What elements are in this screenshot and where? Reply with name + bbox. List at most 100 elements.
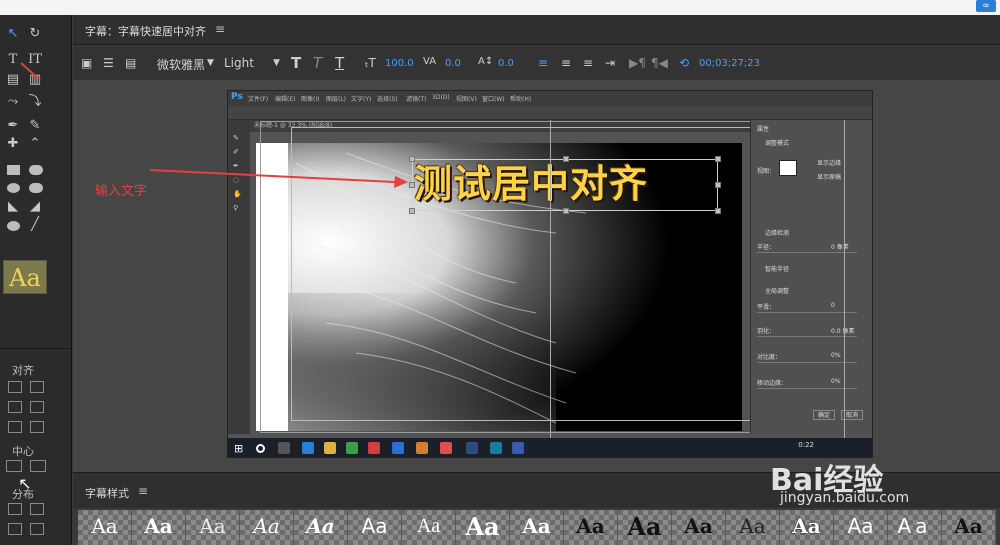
pen-tool-icon[interactable]: ✒ [4, 117, 22, 135]
center-horizontal-button[interactable] [6, 460, 22, 472]
shift-edge-label: 移动边缘： [757, 380, 788, 387]
style-swatch: Aa [3, 260, 47, 294]
cortana-icon [256, 444, 265, 453]
vertical-text-icon[interactable]: ▶¶ [629, 56, 646, 70]
props-title: 属性 [757, 126, 770, 133]
add-anchor-tool-icon[interactable]: ✚ [4, 135, 22, 153]
edge-icon [302, 442, 314, 454]
watermark-url: jingyan.baidu.com [780, 490, 910, 506]
align-center-text-icon[interactable]: ≡ [561, 56, 571, 70]
style-sample[interactable]: Aa [564, 510, 618, 545]
align-left-button[interactable] [8, 381, 22, 393]
style-sample[interactable]: Aa [618, 510, 672, 545]
bold-icon[interactable]: T [291, 54, 301, 72]
new-title-icon[interactable]: ▣ [81, 56, 92, 70]
wedge-tool-icon[interactable]: ◣ [4, 198, 22, 216]
center-vertical-button[interactable] [30, 460, 46, 472]
smooth-value[interactable]: 0 [831, 302, 835, 309]
style-sample[interactable]: Aa [402, 510, 456, 545]
distribute-top-button[interactable] [8, 523, 22, 535]
underline-icon[interactable]: T [335, 54, 344, 72]
ps-menu-type: 文字(Y) [351, 96, 372, 103]
style-sample[interactable]: Aa [780, 510, 834, 545]
timecode[interactable]: 00;03;27;23 [699, 58, 760, 69]
paragraph-icon[interactable]: ¶◀ [651, 56, 668, 70]
rounded-rectangle-tool-icon[interactable] [29, 165, 43, 175]
roll-crawl-icon[interactable]: ☰ [103, 56, 114, 70]
style-sample[interactable]: Aa [672, 510, 726, 545]
chrome-icon [346, 442, 358, 454]
baseline-value[interactable]: 0.0 [498, 58, 514, 69]
style-sample[interactable]: Aa [348, 510, 402, 545]
style-sample[interactable]: Aa [294, 510, 348, 545]
radius-value[interactable]: 0 像素 [831, 242, 849, 251]
distribute-right-button[interactable] [30, 503, 44, 515]
kerning-value[interactable]: 0.0 [445, 58, 461, 69]
taskbar-time: 0:22 [798, 441, 814, 449]
global-adjust-label: 全局调整 [765, 288, 790, 295]
style-sample[interactable]: Aa [456, 510, 510, 545]
style-sample[interactable]: Aa [186, 510, 240, 545]
panel-menu-icon[interactable]: ≡ [215, 22, 225, 36]
align-hcenter-button[interactable] [8, 421, 22, 433]
explorer-icon [324, 442, 336, 454]
smart-radius[interactable]: 智能半径 [765, 264, 789, 273]
delete-anchor-tool-icon[interactable]: ✎ [26, 117, 44, 135]
style-sample[interactable]: Aa [132, 510, 186, 545]
ps-menu-window: 窗口(W) [482, 96, 505, 103]
kerning-icon: VA [423, 56, 437, 67]
convert-anchor-tool-icon[interactable]: ⌃ [26, 135, 44, 153]
annotation-arrow-icon [150, 169, 408, 188]
contrast-value[interactable]: 0% [831, 352, 841, 359]
path-type-tool-icon[interactable]: ⤳ [4, 93, 22, 111]
italic-icon[interactable]: T [313, 54, 322, 72]
font-family-select[interactable]: 微软雅黑 [157, 56, 205, 73]
shift-edge-value[interactable]: 0% [831, 378, 841, 385]
baseline-icon: A↕ [478, 56, 494, 67]
style-sample[interactable]: Aa [888, 510, 942, 545]
rectangle-tool-icon[interactable] [7, 165, 20, 175]
align-bottom-button[interactable] [30, 401, 44, 413]
caption-text[interactable]: 测试居中对齐 [414, 153, 648, 208]
font-family-dropdown-icon[interactable]: ▼ [207, 58, 214, 68]
style-sample[interactable]: Aa [942, 510, 996, 545]
ps-menu-edit: 编辑(E) [275, 96, 296, 103]
tab-stops-icon[interactable]: ▤ [125, 56, 136, 70]
style-sample[interactable]: Aa [240, 510, 294, 545]
rounded-corner-tool-icon[interactable] [29, 183, 43, 193]
show-orig[interactable]: 显示原稿 [817, 172, 841, 181]
line-tool-icon[interactable]: ╱ [26, 216, 44, 234]
ps-properties-panel: 属性 调整模式 视图： 显示边缘 显示原稿 边缘检测 半径： 0 像素 智能半径… [750, 120, 872, 434]
ellipse-tool-icon[interactable] [7, 221, 20, 231]
styles-menu-icon[interactable]: ≡ [138, 484, 148, 498]
style-sample[interactable]: Aa [834, 510, 888, 545]
vertical-path-type-tool-icon[interactable]: ⤵ [26, 93, 44, 111]
align-top-button[interactable] [8, 401, 22, 413]
rotation-tool-icon[interactable]: ↻ [26, 25, 44, 43]
feather-value[interactable]: 0.0 像素 [831, 326, 854, 335]
feather-label: 羽化： [757, 328, 776, 335]
style-sample[interactable]: Aa [726, 510, 780, 545]
align-vcenter-button[interactable] [30, 421, 44, 433]
distribute-left-button[interactable] [8, 503, 22, 515]
ellipse-clip-tool-icon[interactable] [7, 183, 20, 193]
infinity-icon[interactable]: ∞ [976, 0, 996, 12]
font-size-value[interactable]: 100.0 [385, 58, 414, 69]
align-right-button[interactable] [30, 381, 44, 393]
ps-ok-button[interactable]: 确定 [813, 410, 835, 420]
style-sample[interactable]: Aa [510, 510, 564, 545]
show-edge[interactable]: 显示边缘 [817, 158, 841, 167]
style-sample[interactable]: Aa [78, 510, 132, 545]
font-style-select[interactable]: Light [224, 56, 254, 70]
distribute-bottom-button[interactable] [30, 523, 44, 535]
font-style-dropdown-icon[interactable]: ▼ [273, 58, 280, 68]
ps-menu-layer: 图层(L) [326, 96, 347, 103]
selection-tool-icon[interactable]: ↖ [4, 25, 22, 43]
view-thumb[interactable] [779, 160, 797, 176]
align-right-text-icon[interactable]: ≡ [583, 56, 593, 70]
tab-stops-text-icon[interactable]: ⇥ [605, 56, 615, 70]
align-left-text-icon[interactable]: ≡ [538, 56, 548, 70]
arc-tool-icon[interactable]: ◢ [26, 198, 44, 216]
background-video-icon[interactable]: ⟲ [679, 56, 689, 70]
edge-detect-label: 边缘检测 [765, 230, 790, 237]
